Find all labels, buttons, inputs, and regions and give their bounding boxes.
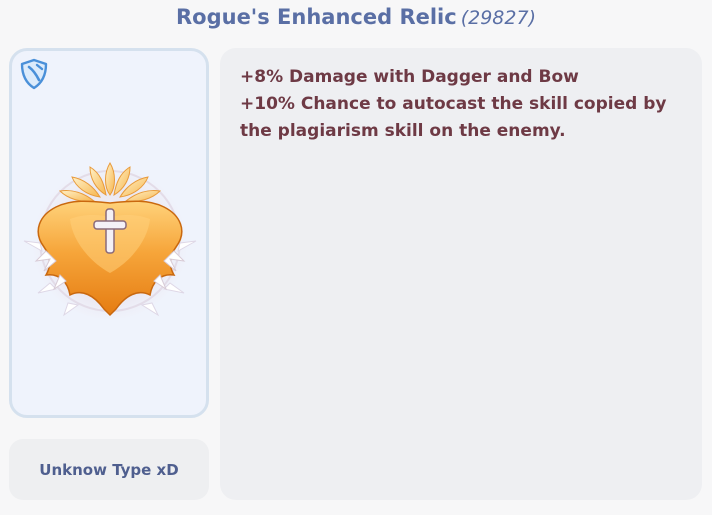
description-line: +8% Damage with Dagger and Bow (240, 67, 579, 87)
description-line: +10% Chance to autocast the skill copied… (240, 94, 667, 141)
item-image-panel (9, 48, 209, 418)
item-type-label: Unknow Type xD (39, 460, 179, 479)
item-description-panel: +8% Damage with Dagger and Bow +10% Chan… (220, 48, 702, 500)
item-description: +8% Damage with Dagger and Bow +10% Chan… (240, 64, 680, 145)
relic-item-icon (23, 162, 197, 319)
item-name: Rogue's Enhanced Relic (175, 5, 457, 29)
item-title: Rogue's Enhanced Relic (29827) (0, 3, 712, 32)
item-type-box: Unknow Type xD (9, 439, 209, 500)
item-id: (29827) (460, 7, 536, 29)
shield-icon (20, 58, 48, 90)
